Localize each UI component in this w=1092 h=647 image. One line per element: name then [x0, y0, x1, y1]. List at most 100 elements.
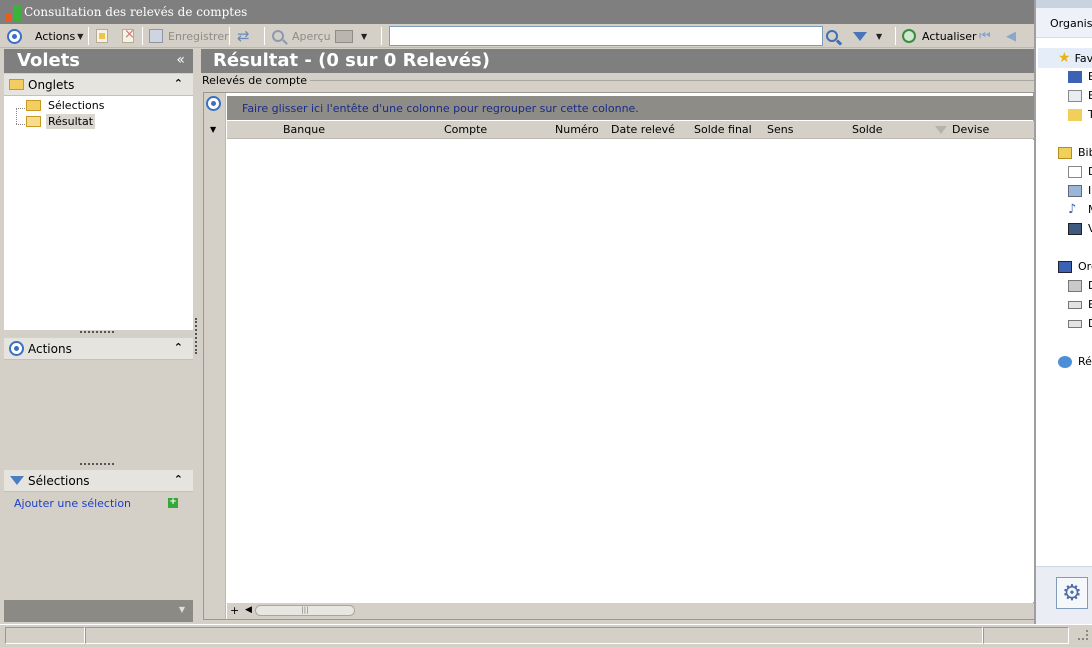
- onglets-pane-header: Onglets ⌃: [4, 74, 193, 96]
- first-record-icon: ⏮: [979, 28, 991, 44]
- refresh-button[interactable]: Actualiser: [902, 27, 977, 45]
- organize-button[interactable]: Organiser: [1050, 17, 1092, 30]
- group-divider: [296, 80, 1034, 81]
- result-title: Résultat - (0 sur 0 Relevés): [213, 50, 490, 71]
- scroll-left-icon[interactable]: ◀: [245, 605, 252, 615]
- toolbar-separator: [381, 27, 382, 45]
- new-button[interactable]: [96, 27, 108, 45]
- vertical-splitter[interactable]: [195, 318, 198, 354]
- filter-button[interactable]: ▼: [853, 27, 882, 45]
- nav-label: I: [1088, 184, 1092, 197]
- new-document-icon: [96, 29, 108, 43]
- nav-item[interactable]: D: [1068, 279, 1092, 292]
- save-label: Enregistrer: [168, 29, 229, 43]
- column-header-numero[interactable]: Numéro: [555, 123, 599, 136]
- chevron-down-icon: ▼: [77, 31, 84, 41]
- nav-item[interactable]: ♪M: [1068, 203, 1092, 217]
- selections-pane-title: Sélections: [28, 473, 90, 488]
- first-record-button[interactable]: ⏮: [979, 27, 991, 45]
- collapse-selections-icon[interactable]: ⌃: [174, 473, 183, 486]
- resize-grip-icon[interactable]: [1078, 630, 1088, 640]
- expand-icon[interactable]: +: [230, 604, 239, 617]
- drive-icon: [1068, 319, 1082, 328]
- nav-network[interactable]: Rés: [1058, 355, 1092, 368]
- refresh-icon: [902, 29, 916, 43]
- collapse-left-icon[interactable]: «: [176, 52, 185, 68]
- chevron-down-icon[interactable]: ▼: [210, 125, 216, 134]
- title-bar: Consultation des relevés de comptes: [0, 0, 1034, 24]
- column-header-solde[interactable]: Solde: [852, 123, 883, 136]
- column-header-sens[interactable]: Sens: [767, 123, 793, 136]
- network-icon: [1058, 355, 1072, 368]
- column-filter-icon[interactable]: [935, 126, 947, 134]
- previous-record-icon: ◀: [1006, 28, 1016, 44]
- nav-favorites[interactable]: ★ Fav: [1058, 50, 1092, 66]
- nav-computer[interactable]: Ord: [1058, 260, 1092, 273]
- nav-label: Bib: [1078, 146, 1092, 159]
- column-header-date-releve[interactable]: Date relevé: [611, 123, 675, 136]
- nav-label: M: [1088, 203, 1092, 216]
- column-header-banque[interactable]: Banque: [283, 123, 325, 136]
- sync-button[interactable]: ⇄: [237, 27, 250, 45]
- add-selection-link[interactable]: Ajouter une sélection: [14, 497, 131, 510]
- nav-item[interactable]: I: [1068, 184, 1091, 197]
- search-input[interactable]: [390, 27, 822, 45]
- main-window: Consultation des relevés de comptes Acti…: [0, 0, 1034, 647]
- horizontal-scrollbar[interactable]: + ◀ |||: [227, 603, 1034, 619]
- collapse-actions-icon[interactable]: ⌃: [174, 341, 183, 354]
- print-button[interactable]: ▼: [335, 27, 367, 45]
- chevron-down-icon: ▼: [876, 31, 883, 41]
- save-button[interactable]: Enregistrer: [149, 27, 229, 45]
- folder-icon: [26, 100, 41, 111]
- onglets-tree: [4, 96, 193, 330]
- grid-options-icon[interactable]: [206, 96, 221, 111]
- scroll-thumb[interactable]: |||: [255, 605, 355, 616]
- nav-libraries[interactable]: Bib: [1058, 146, 1092, 159]
- volets-header: Volets «: [4, 49, 193, 73]
- tree-item-label: Sélections: [48, 99, 105, 112]
- collapse-onglets-icon[interactable]: ⌃: [174, 77, 183, 90]
- actions-menu-button[interactable]: Actions ▼: [35, 27, 83, 45]
- resize-grip[interactable]: [80, 463, 114, 466]
- nav-item[interactable]: E: [1068, 298, 1092, 311]
- picture-icon: [1068, 184, 1082, 197]
- chevron-down-icon[interactable]: ▼: [179, 605, 185, 614]
- add-icon[interactable]: +: [168, 498, 178, 508]
- app-menu-button[interactable]: [7, 27, 22, 45]
- actions-menu-label: Actions: [35, 29, 76, 43]
- preview-button[interactable]: Aperçu: [272, 27, 331, 45]
- toolbar-separator: [264, 27, 265, 45]
- drive-icon: [1068, 300, 1082, 309]
- computer-icon: [1058, 260, 1072, 273]
- search-icon: [826, 30, 838, 42]
- left-bottom-bar: ▼: [4, 600, 193, 622]
- folder-icon: [1068, 108, 1082, 121]
- group-label: Relevés de compte: [202, 74, 311, 87]
- nav-item[interactable]: B: [1068, 70, 1092, 83]
- delete-button[interactable]: [122, 27, 135, 45]
- nav-item[interactable]: V: [1068, 222, 1092, 235]
- nav-item[interactable]: D: [1068, 165, 1092, 178]
- tree-item-selections[interactable]: Sélections: [26, 98, 106, 113]
- nav-label: V: [1088, 222, 1092, 235]
- search-button[interactable]: [826, 27, 838, 45]
- search-field[interactable]: [389, 26, 823, 46]
- explorer-titlebar: [1036, 0, 1092, 8]
- nav-item[interactable]: D: [1068, 317, 1092, 330]
- column-header-compte[interactable]: Compte: [444, 123, 487, 136]
- resize-grip[interactable]: [80, 331, 114, 334]
- group-by-hint: Faire glisser ici l'entête d'une colonne…: [242, 102, 639, 115]
- nav-label: E: [1088, 298, 1092, 311]
- column-header-devise[interactable]: Devise: [952, 123, 989, 136]
- previous-record-button[interactable]: ◀: [1006, 27, 1016, 45]
- group-by-area[interactable]: Faire glisser ici l'entête d'une colonne…: [227, 96, 1034, 120]
- column-header-solde-final[interactable]: Solde final: [694, 123, 752, 136]
- tree-item-resultat[interactable]: Résultat: [26, 114, 96, 129]
- grid-row-selector: ▼: [204, 93, 226, 619]
- sync-icon: ⇄: [237, 27, 250, 45]
- nav-item[interactable]: E: [1068, 89, 1092, 102]
- tree-item-label: Résultat: [46, 114, 96, 129]
- nav-label: D: [1088, 317, 1092, 330]
- column-header-row: Banque Compte Numéro Date relevé Solde f…: [227, 121, 1034, 139]
- nav-item[interactable]: T: [1068, 108, 1092, 121]
